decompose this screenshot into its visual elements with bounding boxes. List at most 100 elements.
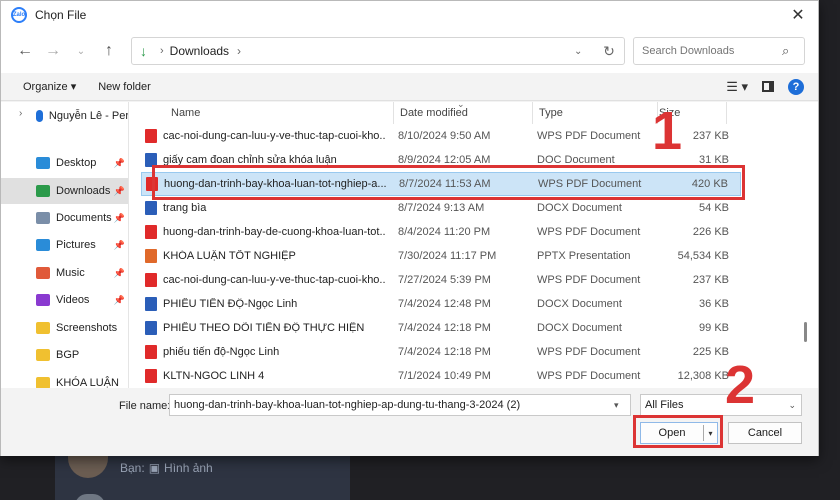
file-date: 7/4/2024 12:18 PM [398,322,491,334]
sort-indicator-icon: ⌄ [457,99,465,109]
file-open-dialog: Zalo Chọn File ✕ ← → ⌄ ↑ ↓ › Downloads ›… [0,0,819,456]
chevron-right-icon[interactable]: › [237,44,241,58]
sidebar-item-label: Music [56,267,85,279]
file-type: DOCX Document [537,322,622,334]
file-size: 12,308 KB [677,370,729,382]
file-name: KHÓA LUẬN TỐT NGHIỆP [163,250,296,262]
folder-icon [36,349,50,361]
file-type: WPS PDF Document [537,370,641,382]
file-row[interactable]: cac-noi-dung-can-luu-y-ve-thuc-tap-cuoi-… [141,124,741,148]
doc-file-icon [145,321,157,335]
file-size: 36 KB [699,298,729,310]
file-date: 7/4/2024 12:48 PM [398,298,491,310]
chevron-down-icon: ⌄ [788,399,796,410]
file-name: cac-noi-dung-can-luu-y-ve-thuc-tap-cuoi-… [163,130,385,142]
view-options-icon[interactable]: ☰ ▾ [726,79,748,95]
app-logo-icon: Zalo [11,7,27,23]
help-icon[interactable]: ? [788,78,804,95]
sidebar-item-khóa-luận[interactable]: KHÓA LUẬN [1,370,128,388]
new-folder-button[interactable]: New folder [98,81,151,93]
sidebar-item-music[interactable]: Music 📌 [1,260,128,286]
file-row[interactable]: huong-dan-trinh-bay-de-cuong-khoa-luan-t… [141,220,741,244]
file-name: cac-noi-dung-can-luu-y-ve-thuc-tap-cuoi-… [163,274,385,286]
sidebar-item-documents[interactable]: Documents 📌 [1,205,128,231]
file-row[interactable]: cac-noi-dung-can-luu-y-ve-thuc-tap-cuoi-… [141,268,741,292]
refresh-icon[interactable]: ↻ [594,43,624,60]
column-name[interactable]: Name [171,107,200,119]
file-row[interactable]: KHÓA LUẬN TỐT NGHIỆP 7/30/2024 11:17 PM PP… [141,244,741,268]
file-type: DOCX Document [537,298,622,310]
pin-icon: 📌 [113,157,125,168]
file-date: 8/4/2024 11:20 PM [398,226,491,238]
pdf-file-icon [145,345,157,359]
up-button[interactable]: ↑ [95,37,123,65]
download-icon [36,185,50,197]
file-row[interactable]: phiếu tiến độ-Ngọc Linh 7/4/2024 12:18 PM… [141,340,741,364]
command-bar: Organize ▾ New folder ☰ ▾ ? [1,73,818,101]
pdf-file-icon [145,129,157,143]
pdf-file-icon [145,369,157,383]
chat-preview-prefix: Bạn: [120,461,145,475]
desktop-icon [36,157,50,169]
sidebar-item-desktop[interactable]: Desktop 📌 [1,150,128,176]
navigation-bar: ← → ⌄ ↑ ↓ › Downloads › ⌄ ↻ ⌕ [1,29,818,73]
search-box[interactable]: ⌕ [633,37,805,65]
recent-locations-button[interactable]: ⌄ [67,37,95,65]
forward-button[interactable]: → [39,37,67,65]
column-type[interactable]: Type [539,107,563,119]
sidebar-item-downloads[interactable]: Downloads 📌 [1,178,128,204]
file-row[interactable]: PHIẾU TIẾN ĐỘ-Ngọc Linh 7/4/2024 12:48 PM… [141,292,741,316]
file-date: 7/27/2024 5:39 PM [398,274,491,286]
pin-icon: 📌 [113,267,125,278]
file-name: phiếu tiến độ-Ngọc Linh [163,346,280,358]
cancel-button[interactable]: Cancel [728,422,802,444]
title-bar: Zalo Chọn File ✕ [1,1,818,29]
sidebar-item-onedrive[interactable]: › Nguyễn Lê - Per [1,103,129,129]
breadcrumb-downloads[interactable]: Downloads [170,44,229,58]
chat-preview: Bạn: ▣ Hình ảnh [120,461,213,475]
arrow-right-icon: → [45,42,61,59]
file-type: WPS PDF Document [537,274,641,286]
chevron-down-icon[interactable]: ⌄ [574,46,594,57]
videos-icon [36,294,50,306]
folder-icon [36,322,50,334]
address-bar[interactable]: ↓ › Downloads › ⌄ ↻ [131,37,625,65]
sidebar-item-bgp[interactable]: BGP [1,342,128,368]
vertical-scrollbar[interactable] [804,104,808,384]
chevron-right-icon[interactable]: › [19,108,22,119]
file-type-filter[interactable]: All Files ⌄ [640,394,802,416]
scrollbar-thumb[interactable] [804,322,807,342]
ppt-file-icon [145,249,157,263]
file-type: DOCX Document [537,202,622,214]
sidebar-item-videos[interactable]: Videos 📌 [1,287,128,313]
cloud-icon [36,110,43,122]
file-row[interactable]: PHIẾU THEO DÕI TIẾN ĐỘ THỰC HIỆN 7/4/2024… [141,316,741,340]
sidebar-item-label: Nguyễn Lê - Per [48,110,129,122]
filename-combobox[interactable]: ▾ [169,394,631,416]
file-list: Name Date modified ⌄ Type Size cac-noi-d… [141,99,818,388]
file-name: trang bìa [163,202,207,214]
back-button[interactable]: ← [11,37,39,65]
image-icon: ▣ [148,461,161,475]
file-row[interactable]: KLTN-NGOC LINH 4 7/1/2024 10:49 PM WPS PDF… [141,364,741,388]
close-button[interactable]: ✕ [778,1,818,29]
sidebar-item-screenshots[interactable]: Screenshots [1,315,128,341]
annotation-highlight-file [152,165,745,200]
chevron-down-icon[interactable]: ▾ [614,400,619,411]
pdf-file-icon [145,273,157,287]
filename-input[interactable] [174,399,614,411]
search-input[interactable] [642,45,782,57]
chat-preview-text: Hình ảnh [164,461,213,475]
column-header: Name Date modified ⌄ Type Size [141,99,798,124]
organize-button[interactable]: Organize ▾ [23,80,76,93]
file-size: 54 KB [699,202,729,214]
sidebar-item-label: KHÓA LUẬN [56,377,119,388]
preview-pane-icon[interactable] [762,81,774,92]
sidebar-item-label: Downloads [56,185,111,197]
documents-icon [36,212,50,224]
sidebar-item-pictures[interactable]: Pictures 📌 [1,232,128,258]
pin-icon: 📌 [113,239,125,250]
search-icon[interactable]: ⌕ [782,43,789,59]
folder-icon [36,377,50,388]
pin-icon: 📌 [113,212,125,223]
